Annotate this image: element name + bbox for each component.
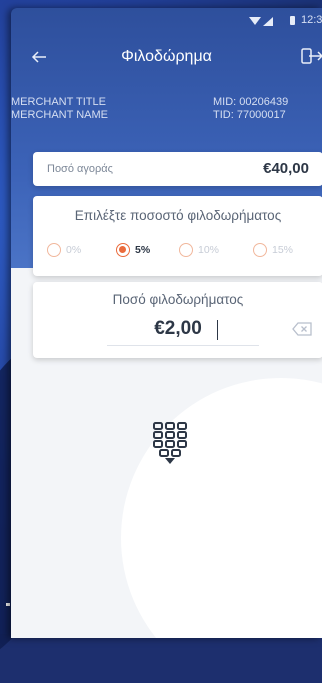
backspace-icon[interactable] <box>292 322 312 336</box>
radio-option-label: 0% <box>66 244 82 256</box>
keypad-toggle-icon[interactable] <box>152 421 188 465</box>
merchant-title: MERCHANT TITLE <box>11 96 106 108</box>
background-mark <box>6 603 10 606</box>
radio-button[interactable] <box>253 243 267 257</box>
terminal-id: TID: 77000017 <box>213 109 286 121</box>
radio-button[interactable] <box>179 243 193 257</box>
input-underline <box>107 345 259 346</box>
merchant-name: MERCHANT NAME <box>11 109 108 121</box>
exit-icon[interactable] <box>301 47 322 65</box>
radio-option-15[interactable]: 15% <box>253 241 293 259</box>
status-bar: 12:3 <box>11 8 322 32</box>
signal-icon <box>263 17 273 26</box>
tip-amount-card: Ποσό φιλοδωρήματος €2,00 <box>33 282 322 358</box>
radio-option-10[interactable]: 10% <box>179 241 219 259</box>
radio-button[interactable] <box>47 243 61 257</box>
radio-option-5[interactable]: 5% <box>116 241 150 259</box>
radio-option-0[interactable]: 0% <box>47 241 81 259</box>
purchase-amount-card: Ποσό αγοράς €40,00 <box>33 152 322 186</box>
wifi-icon <box>249 17 261 25</box>
radio-button-selected[interactable] <box>116 243 130 257</box>
radio-option-label: 10% <box>198 244 220 256</box>
tip-amount-label: Ποσό φιλοδωρήματος <box>112 292 244 307</box>
radio-option-label: 5% <box>135 244 151 256</box>
tip-percentage-options: 0% 5% 10% 15% <box>47 241 322 259</box>
status-time: 12:3 <box>301 14 322 26</box>
merchant-id: MID: 00206439 <box>213 96 289 108</box>
phone-screen: 12:3 Φιλοδώρημα MERCHANT TITLE MERCHANT … <box>11 8 322 638</box>
tip-percentage-label: Επιλέξτε ποσοστό φιλοδωρήματος <box>74 208 282 223</box>
purchase-amount-value: €40,00 <box>263 160 309 177</box>
purchase-amount-label: Ποσό αγοράς <box>47 163 113 175</box>
radio-option-label: 15% <box>272 244 294 256</box>
page-title: Φιλοδώρημα <box>121 48 212 65</box>
battery-icon <box>290 16 295 25</box>
text-cursor <box>217 320 218 340</box>
merchant-info: MERCHANT TITLE MERCHANT NAME <box>11 96 108 122</box>
tip-percentage-card: Επιλέξτε ποσοστό φιλοδωρήματος 0% 5% 10%… <box>33 196 322 276</box>
terminal-info: MID: 00206439 TID: 77000017 <box>213 96 288 122</box>
